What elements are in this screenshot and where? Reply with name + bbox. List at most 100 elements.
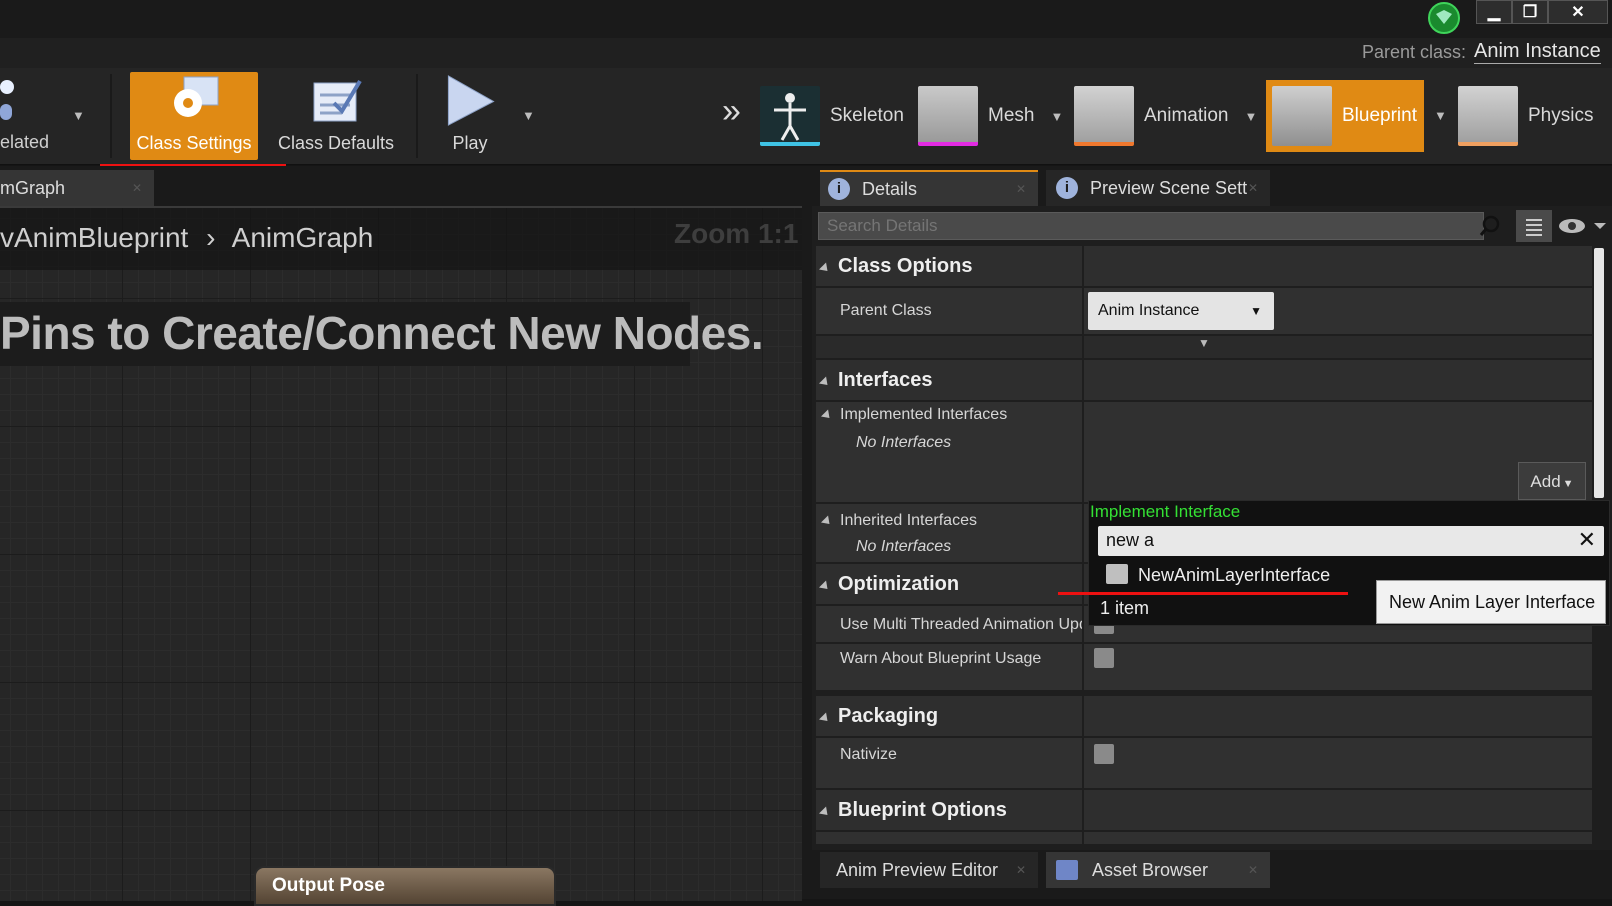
interface-tooltip: New Anim Layer Interface (1376, 580, 1606, 624)
warn-blueprint-usage-label: Warn About Blueprint Usage (840, 650, 1042, 667)
parent-class-link[interactable]: Anim Instance (1474, 40, 1601, 64)
details-scrollbar[interactable] (1594, 248, 1604, 498)
implemented-interfaces-label: Implemented Interfaces (820, 406, 1007, 424)
category-packaging[interactable]: Packaging (816, 696, 1592, 736)
output-pose-title: Output Pose (272, 875, 385, 896)
collapse-triangle-icon (818, 262, 832, 275)
parent-class-label: Parent class: (1362, 42, 1467, 62)
add-interface-button[interactable]: Add ▼ (1518, 462, 1586, 500)
related-icon (0, 80, 14, 94)
breadcrumb-separator-icon: › (206, 222, 216, 253)
restore-button[interactable]: ❐ (1512, 0, 1548, 24)
title-bar (0, 0, 1612, 39)
ue-logo-icon (1428, 2, 1460, 34)
output-pose-node[interactable]: Output Pose (254, 866, 556, 906)
interface-result-label: NewAnimLayerInterface (1138, 565, 1331, 585)
preview-info-icon: i (1056, 177, 1078, 199)
nativize-checkbox[interactable] (1094, 744, 1114, 764)
close-window-button[interactable]: ✕ (1548, 0, 1608, 24)
visibility-eye-icon[interactable] (1558, 216, 1606, 241)
interface-tooltip-text: New Anim Layer Interface (1389, 592, 1596, 612)
toolbar-separator (110, 74, 112, 158)
close-tab-icon[interactable]: ✕ (1016, 863, 1026, 877)
mesh-dropdown-icon[interactable]: ▼ (1050, 109, 1063, 124)
mode-physics-button[interactable]: Physics (1458, 80, 1593, 152)
no-interfaces-text: No Interfaces (856, 434, 952, 451)
interface-search-field[interactable]: new a ✕ (1098, 526, 1604, 556)
chevron-down-icon: ▼ (1250, 304, 1262, 318)
related-button[interactable]: elated ▼ (0, 74, 100, 158)
search-details-input[interactable] (818, 212, 1484, 240)
related-icon-2 (0, 104, 12, 120)
result-underline (1058, 592, 1348, 595)
parent-class-dropdown[interactable]: Anim Instance ▼ (1088, 292, 1274, 330)
tab-asset-browser-label: Asset Browser (1092, 859, 1209, 880)
category-blueprint-options[interactable]: Blueprint Options (816, 790, 1592, 830)
multi-threaded-label: Use Multi Threaded Animation Upd (840, 616, 1084, 633)
mode-blueprint-button[interactable]: Blueprint (1266, 80, 1424, 152)
play-button[interactable]: Play (430, 72, 510, 160)
graph-hint-text: Pins to Create/Connect New Nodes. (0, 307, 764, 359)
related-dropdown-icon[interactable]: ▼ (72, 108, 85, 123)
anim-layer-interface-icon (1106, 564, 1128, 584)
tab-animgraph-label: mGraph (0, 177, 66, 198)
animation-dropdown-icon[interactable]: ▼ (1245, 109, 1258, 124)
tab-preview-scene[interactable]: i Preview Scene Sett ✕ (1046, 170, 1270, 206)
class-settings-button[interactable]: Class Settings (130, 72, 258, 160)
panel-splitter[interactable] (802, 166, 812, 899)
tab-animgraph[interactable]: mGraph ✕ (0, 170, 154, 206)
no-interfaces-text: No Interfaces (856, 538, 952, 555)
zoom-indicator: Zoom 1:1 (674, 218, 799, 249)
tab-details[interactable]: i Details ✕ (820, 170, 1038, 206)
interface-result-item[interactable]: NewAnimLayerInterface (1092, 560, 1354, 592)
related-label: elated (0, 132, 50, 152)
mode-mesh-button[interactable]: Mesh ▼ (918, 80, 1063, 152)
close-tab-icon[interactable]: ✕ (1248, 181, 1258, 195)
breadcrumb: vAnimBlueprint › AnimGraph (0, 222, 373, 254)
play-label: Play (452, 133, 488, 153)
tab-anim-preview-editor[interactable]: Anim Preview Editor ✕ (820, 852, 1038, 888)
toolbar-separator (416, 74, 418, 158)
mode-skeleton-button[interactable]: Skeleton (760, 80, 904, 152)
close-tab-icon[interactable]: ✕ (1016, 182, 1026, 196)
clear-search-close-icon[interactable]: ✕ (1578, 527, 1596, 553)
physics-label: Physics (1528, 105, 1594, 126)
physics-thumbnail-icon (1458, 86, 1518, 146)
overflow-chevron-icon[interactable]: » (722, 92, 741, 131)
tab-asset-browser[interactable]: Asset Browser ✕ (1046, 852, 1270, 888)
blueprint-thumbnail-icon (1272, 86, 1332, 146)
interface-search-value: new a (1106, 530, 1155, 550)
collapse-triangle-icon[interactable] (820, 515, 834, 528)
collapse-triangle-icon (818, 376, 832, 389)
checklist-icon (313, 79, 362, 122)
chevron-down-icon: ▼ (1562, 478, 1574, 490)
close-tab-icon[interactable]: ✕ (1248, 863, 1258, 877)
property-blueprint-options-row (816, 832, 1592, 844)
animation-thumbnail-icon (1074, 86, 1134, 146)
name-value-splitter[interactable] (1082, 246, 1084, 844)
mesh-thumbnail-icon (918, 86, 978, 146)
mesh-label: Mesh (988, 105, 1035, 126)
warn-blueprint-usage-checkbox[interactable] (1094, 648, 1114, 668)
blueprint-dropdown-icon[interactable]: ▼ (1434, 108, 1447, 123)
breadcrumb-root[interactable]: vAnimBlueprint (0, 222, 188, 253)
class-defaults-button[interactable]: Class Defaults (268, 72, 404, 160)
implement-interface-title: Implement Interface (1090, 502, 1241, 521)
play-icon (447, 75, 495, 126)
minimize-button[interactable]: ▁ (1476, 0, 1512, 24)
breadcrumb-leaf: AnimGraph (231, 222, 374, 253)
advanced-expander[interactable]: ▼ (816, 336, 1592, 358)
expand-advanced-icon: ▼ (1198, 336, 1210, 350)
animation-label: Animation (1144, 105, 1229, 126)
add-button-label: Add (1530, 472, 1561, 491)
view-options-list-icon[interactable] (1516, 210, 1552, 242)
gear-icon (174, 76, 219, 117)
collapse-triangle-icon[interactable] (820, 409, 834, 422)
category-class-options[interactable]: Class Options (816, 246, 1592, 286)
close-tab-icon[interactable]: ✕ (132, 181, 142, 195)
tab-details-label: Details (862, 178, 918, 199)
mode-animation-button[interactable]: Animation ▼ (1074, 80, 1257, 152)
play-dropdown-icon[interactable]: ▼ (522, 108, 535, 123)
details-info-icon: i (828, 178, 850, 200)
category-interfaces[interactable]: Interfaces (816, 360, 1592, 400)
